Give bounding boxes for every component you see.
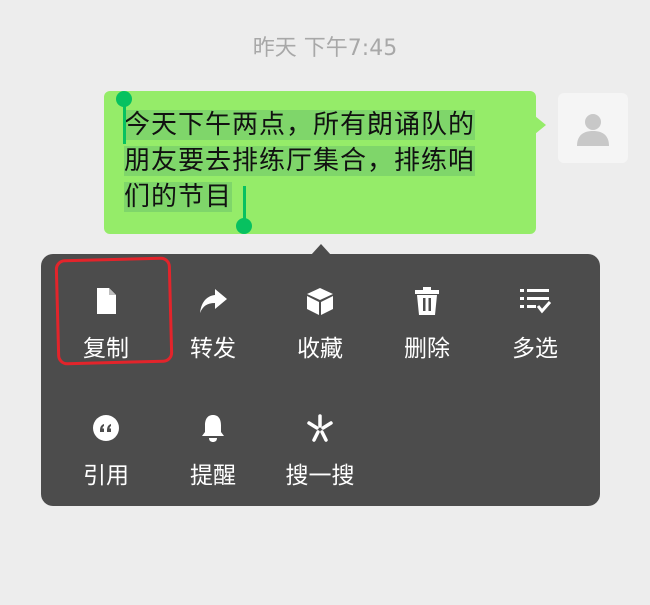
forward-button[interactable]: 转发 bbox=[163, 275, 263, 375]
favorite-label: 收藏 bbox=[297, 336, 343, 362]
forward-label: 转发 bbox=[190, 336, 236, 362]
quote-label: 引用 bbox=[83, 463, 129, 489]
favorite-button[interactable]: 收藏 bbox=[270, 275, 370, 375]
delete-button[interactable]: 删除 bbox=[377, 275, 477, 375]
multi-select-label: 多选 bbox=[512, 336, 558, 362]
message-bubble-tail bbox=[535, 116, 546, 134]
message-line: 今天下午两点，所有朗诵队的 bbox=[124, 110, 476, 140]
quote-button[interactable]: 引用 bbox=[56, 402, 156, 502]
selection-end-handle[interactable] bbox=[236, 218, 252, 234]
forward-icon bbox=[200, 289, 227, 313]
favorite-icon bbox=[307, 288, 333, 315]
multi-select-button[interactable]: 多选 bbox=[485, 275, 585, 375]
person-icon bbox=[577, 114, 609, 146]
user-avatar[interactable] bbox=[558, 93, 628, 163]
copy-highlight-annotation bbox=[54, 256, 174, 366]
message-line: 们的节目 bbox=[124, 182, 233, 212]
delete-icon bbox=[415, 287, 439, 315]
search-label: 搜一搜 bbox=[285, 463, 355, 489]
remind-label: 提醒 bbox=[190, 463, 236, 489]
multi-select-icon bbox=[520, 289, 551, 314]
message-line: 朋友要去排练厅集合，排练咱 bbox=[124, 146, 476, 176]
search-spark-icon bbox=[307, 414, 333, 442]
remind-button[interactable]: 提醒 bbox=[163, 402, 263, 502]
bell-icon bbox=[202, 415, 224, 442]
selection-start-handle[interactable] bbox=[116, 91, 132, 107]
quote-icon bbox=[93, 415, 119, 441]
message-timestamp: 昨天 下午7:45 bbox=[252, 36, 398, 61]
message-text[interactable]: 今天下午两点，所有朗诵队的 朋友要去排练厅集合，排练咱 们的节目 bbox=[124, 107, 524, 215]
search-button[interactable]: 搜一搜 bbox=[270, 402, 370, 502]
delete-label: 删除 bbox=[404, 336, 450, 362]
